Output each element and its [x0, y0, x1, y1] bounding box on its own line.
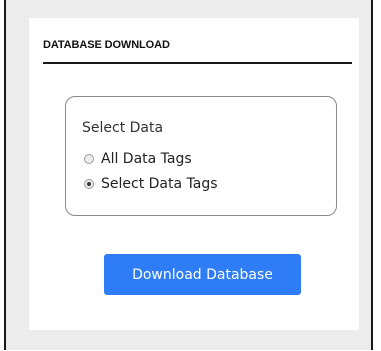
select-data-legend: Select Data	[82, 120, 164, 136]
radio-label-all-data-tags: All Data Tags	[101, 151, 192, 167]
radio-label-select-data-tags: Select Data Tags	[101, 176, 218, 192]
radio-option-all-data-tags[interactable]: All Data Tags	[84, 151, 192, 167]
panel-title: DATABASE DOWNLOAD	[43, 39, 170, 51]
radio-button-select-data-tags[interactable]	[84, 179, 94, 189]
download-database-button[interactable]: Download Database	[104, 254, 301, 295]
radio-button-all-data-tags[interactable]	[84, 154, 94, 164]
select-data-group: Select Data All Data Tags Select Data Ta…	[65, 96, 337, 216]
outer-frame: DATABASE DOWNLOAD Select Data All Data T…	[4, 0, 373, 350]
title-divider	[43, 62, 352, 64]
database-download-panel: DATABASE DOWNLOAD Select Data All Data T…	[29, 18, 359, 330]
radio-option-select-data-tags[interactable]: Select Data Tags	[84, 176, 218, 192]
